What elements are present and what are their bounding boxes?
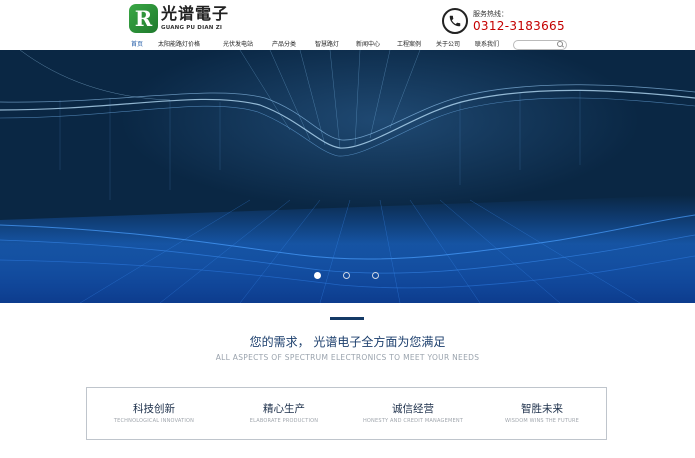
hotline-label: 服务热线： — [473, 10, 508, 18]
logo-text: 光谱電子 GUANG PU DIAN ZI — [161, 4, 229, 32]
carousel-dot-3[interactable] — [372, 272, 379, 279]
banner-graphic — [0, 50, 695, 303]
service-hotline: 服务热线： 0312-3183665 — [442, 8, 565, 34]
site-logo[interactable]: R 光谱電子 GUANG PU DIAN ZI — [129, 4, 229, 35]
feature-item: 精心生产 ELABORATE PRODUCTION — [219, 402, 349, 426]
nav-item-smart-streetlight[interactable]: 智慧路灯 — [315, 39, 339, 48]
features-box: 科技创新 TECHNOLOGICAL INNOVATION 精心生产 ELABO… — [86, 387, 607, 440]
feature-title: 精心生产 — [263, 403, 305, 415]
search-icon[interactable] — [557, 41, 563, 47]
feature-subtitle: ELABORATE PRODUCTION — [249, 418, 319, 424]
hotline-number: 0312-3183665 — [473, 19, 565, 33]
feature-subtitle: TECHNOLOGICAL INNOVATION — [113, 418, 195, 424]
carousel-dot-2[interactable] — [343, 272, 350, 279]
feature-item: 科技创新 TECHNOLOGICAL INNOVATION — [89, 402, 219, 426]
intro-title-cn: 您的需求， 光谱电子全方面为您满足 — [249, 335, 446, 349]
feature-title: 诚信经营 — [392, 403, 434, 415]
carousel-dot-1[interactable] — [314, 272, 321, 279]
nav-item-home[interactable]: 首页 — [131, 39, 143, 48]
brand-name-en: GUANG PU DIAN ZI — [161, 25, 223, 31]
intro-title-en: ALL ASPECTS OF SPECTRUM ELECTRONICS TO M… — [215, 353, 480, 362]
feature-item: 智胜未来 WISDOM WINS THE FUTURE — [477, 402, 607, 426]
brand-name-cn: 光谱電子 — [161, 4, 230, 23]
logo-mark-icon: R — [129, 4, 158, 33]
nav-item-contact[interactable]: 联系我们 — [475, 39, 499, 48]
section-divider — [330, 317, 364, 320]
feature-title: 智胜未来 — [521, 403, 563, 415]
nav-item-products[interactable]: 产品分类 — [272, 39, 296, 48]
nav-item-solar-streetlight-price[interactable]: 太阳能路灯价格 — [158, 39, 200, 48]
feature-subtitle: HONESTY AND CREDIT MANAGEMENT — [362, 418, 464, 424]
feature-subtitle: WISDOM WINS THE FUTURE — [504, 418, 580, 424]
phone-icon — [442, 8, 468, 34]
feature-item: 诚信经营 HONESTY AND CREDIT MANAGEMENT — [348, 402, 478, 426]
nav-item-news[interactable]: 新闻中心 — [356, 39, 380, 48]
search-input[interactable] — [513, 40, 567, 50]
hero-banner — [0, 50, 695, 303]
hotline-text: 服务热线： 0312-3183665 — [473, 9, 565, 33]
feature-title: 科技创新 — [133, 403, 175, 415]
nav-item-cases[interactable]: 工程案例 — [397, 39, 421, 48]
nav-item-pv-station[interactable]: 光伏发电站 — [223, 39, 253, 48]
site-header: R 光谱電子 GUANG PU DIAN ZI 服务热线： 0312-31836… — [0, 0, 695, 50]
nav-item-about[interactable]: 关于公司 — [436, 39, 460, 48]
